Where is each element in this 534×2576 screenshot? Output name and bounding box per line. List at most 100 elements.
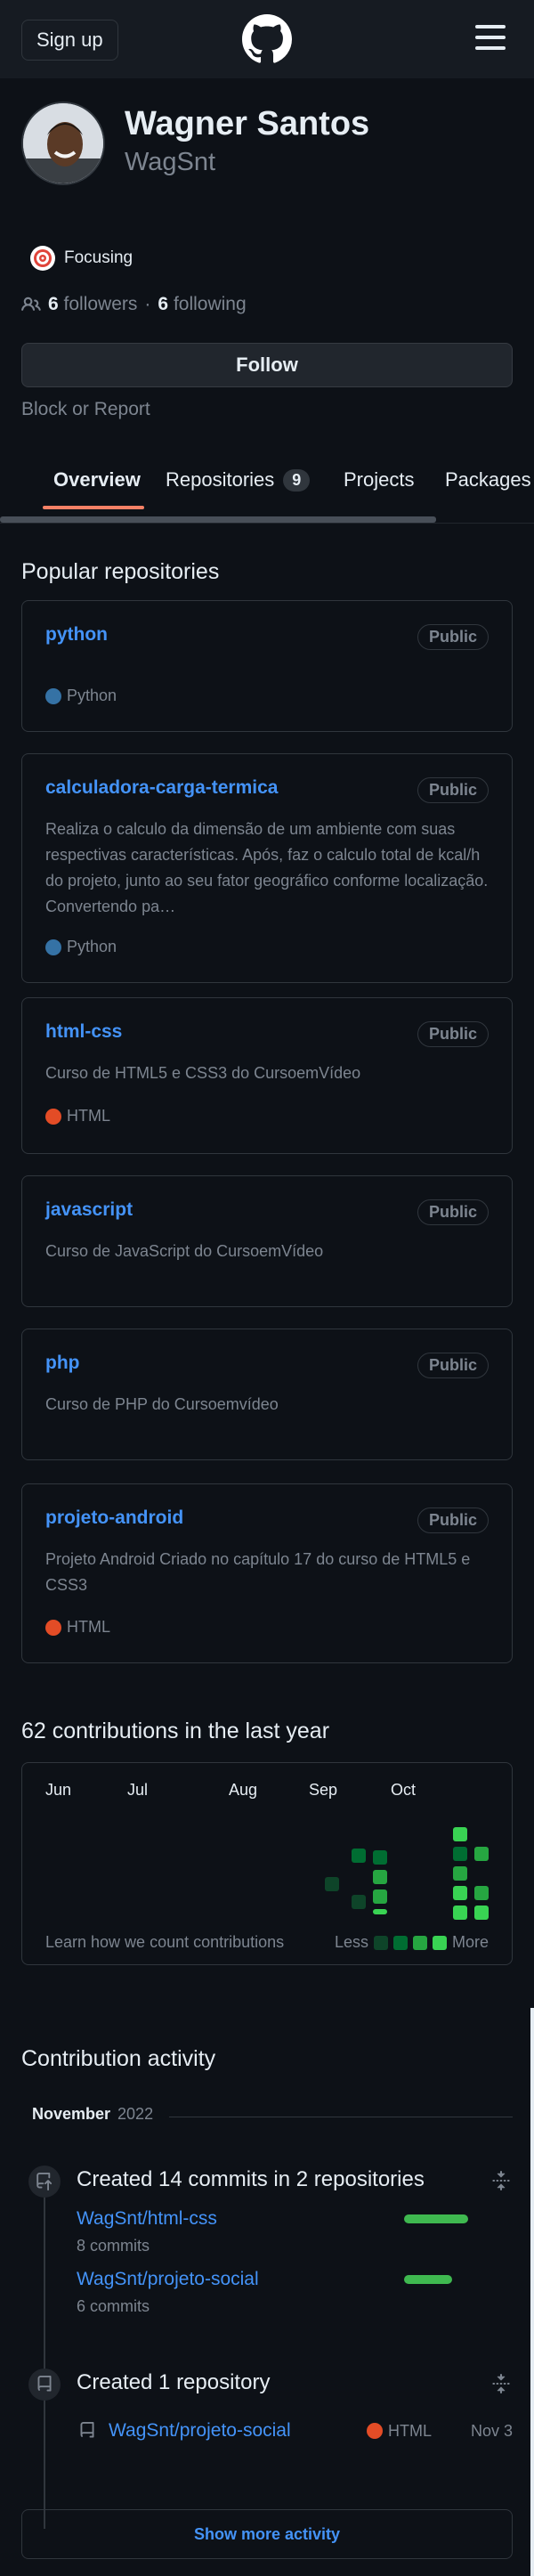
follow-stats: 6 followers · 6 following — [21, 294, 247, 315]
repo-name-link[interactable]: html-css — [45, 1021, 122, 1043]
repo-description: Curso de HTML5 e CSS3 do CursoemVídeo — [45, 1064, 361, 1082]
contribution-cell[interactable] — [453, 1847, 467, 1861]
contribution-cell[interactable] — [373, 1909, 387, 1914]
follow-button[interactable]: Follow — [21, 343, 513, 387]
commit-count-link[interactable]: 6 commits — [77, 2297, 150, 2316]
tab-projects-label: Projects — [344, 468, 415, 491]
month-label: Aug — [229, 1781, 258, 1799]
language-name: HTML — [388, 2421, 432, 2440]
top-header: Sign up — [0, 0, 534, 78]
month-label: Jul — [127, 1781, 149, 1799]
profile-full-name: Wagner Santos — [125, 105, 370, 142]
fold-icon[interactable] — [491, 2374, 511, 2393]
commits-summary-title[interactable]: Created 14 commits in 2 repositories — [77, 2167, 425, 2192]
repo-name-link[interactable]: python — [45, 624, 108, 646]
follow-separator: · — [144, 294, 151, 314]
contribution-graph: Jun Jul Aug Sep Oct Learn how we count c… — [21, 1762, 513, 1965]
contribution-cell[interactable] — [325, 1877, 339, 1891]
repositories-counter: 9 — [283, 468, 311, 492]
contribution-cell[interactable] — [373, 1870, 387, 1884]
tabs-scrollbar[interactable] — [0, 516, 436, 523]
contribution-cell[interactable] — [352, 1895, 366, 1909]
contribution-legend: Less More — [335, 1933, 489, 1952]
language-color-dot — [45, 687, 61, 704]
legend-level-1 — [373, 1935, 388, 1950]
contribution-cell[interactable] — [474, 1906, 489, 1920]
month-label: Oct — [391, 1781, 417, 1799]
repo-card: projeto-android Public Projeto Android C… — [21, 1483, 513, 1663]
profile-tabs: Overview Repositories 9 Projects Package… — [0, 452, 534, 524]
created-repo-link[interactable]: WagSnt/projeto-social — [109, 2420, 291, 2442]
repo-icon — [80, 2422, 94, 2438]
status-text: Focusing — [64, 248, 134, 267]
repo-card: javascript Public Curso de JavaScript do… — [21, 1175, 513, 1307]
contribution-cell[interactable] — [373, 1850, 387, 1865]
commit-count-link[interactable]: 8 commits — [77, 2237, 150, 2255]
tab-projects[interactable]: Projects — [344, 468, 414, 492]
contribution-cell[interactable] — [352, 1849, 366, 1863]
legend-level-4 — [432, 1935, 447, 1950]
repo-description: Curso de JavaScript do CursoemVídeo — [45, 1242, 324, 1260]
following-link[interactable]: 6 following — [158, 294, 246, 315]
sign-up-button[interactable]: Sign up — [21, 20, 118, 61]
tab-overview[interactable]: Overview — [53, 468, 141, 492]
status-badge[interactable]: Focusing — [21, 239, 142, 278]
repo-language: HTML — [45, 1107, 110, 1125]
repo-name-link[interactable]: javascript — [45, 1199, 133, 1221]
followers-link[interactable]: 6 followers — [48, 294, 137, 315]
avatar[interactable] — [21, 102, 105, 185]
created-repo-date: Nov 3 — [470, 2421, 513, 2440]
activity-month: November — [32, 2105, 111, 2123]
language-name: HTML — [67, 1618, 110, 1636]
visibility-badge: Public — [417, 1507, 489, 1533]
contribution-cell[interactable] — [474, 1886, 489, 1900]
created-repo-language: HTML — [367, 2422, 432, 2441]
contribution-cell[interactable] — [453, 1886, 467, 1900]
repo-card: php Public Curso de PHP do Cursoemvídeo — [21, 1329, 513, 1460]
commit-progress-bar — [404, 2275, 452, 2284]
repo-card: python Public Python — [21, 600, 513, 732]
visibility-badge: Public — [417, 1021, 489, 1047]
language-name: Python — [67, 938, 117, 955]
repo-name-link[interactable]: calculadora-carga-termica — [45, 777, 278, 799]
repo-name-link[interactable]: projeto-android — [45, 1507, 183, 1529]
contribution-cell[interactable] — [453, 1906, 467, 1920]
hamburger-icon[interactable] — [475, 25, 506, 50]
popular-repositories-title: Popular repositories — [21, 559, 220, 584]
avatar-image — [23, 103, 103, 183]
show-more-activity-button[interactable]: Show more activity — [21, 2509, 513, 2559]
repo-language: Python — [45, 687, 117, 705]
followers-label: followers — [63, 294, 138, 314]
repo-language: Python — [45, 938, 117, 956]
activity-month-heading: November 2022 — [32, 2105, 153, 2124]
repo-language: HTML — [45, 1618, 110, 1637]
commit-progress-bar — [404, 2214, 468, 2223]
people-icon — [21, 297, 41, 311]
tab-repositories[interactable]: Repositories 9 — [166, 468, 311, 492]
contribution-cell[interactable] — [453, 1827, 467, 1841]
learn-contributions-link[interactable]: Learn how we count contributions — [45, 1933, 284, 1952]
tab-repositories-label: Repositories — [166, 468, 275, 491]
contribution-cell[interactable] — [453, 1866, 467, 1881]
created-repo-title[interactable]: Created 1 repository — [77, 2370, 270, 2395]
commit-repo-link[interactable]: WagSnt/projeto-social — [77, 2269, 259, 2290]
github-logo-icon[interactable] — [242, 14, 292, 64]
contribution-cell[interactable] — [373, 1889, 387, 1904]
tab-overview-label: Overview — [53, 468, 141, 491]
repo-description: Curso de PHP do Cursoemvídeo — [45, 1395, 279, 1413]
tab-packages-label: Packages — [445, 468, 531, 491]
fold-icon[interactable] — [491, 2171, 511, 2190]
contribution-cell[interactable] — [474, 1847, 489, 1861]
legend-less: Less — [334, 1933, 368, 1951]
visibility-badge: Public — [417, 1199, 489, 1225]
tab-packages[interactable]: Packages — [445, 468, 531, 492]
repo-name-link[interactable]: php — [45, 1353, 79, 1374]
block-report-link[interactable]: Block or Report — [21, 399, 150, 420]
following-count: 6 — [158, 294, 169, 314]
following-label: following — [173, 294, 247, 314]
commit-repo-link[interactable]: WagSnt/html-css — [77, 2208, 217, 2230]
repo-push-icon — [28, 2166, 61, 2198]
language-name: HTML — [67, 1107, 110, 1125]
activity-year: 2022 — [117, 2105, 154, 2123]
contributions-title: 62 contributions in the last year — [21, 1719, 330, 1743]
